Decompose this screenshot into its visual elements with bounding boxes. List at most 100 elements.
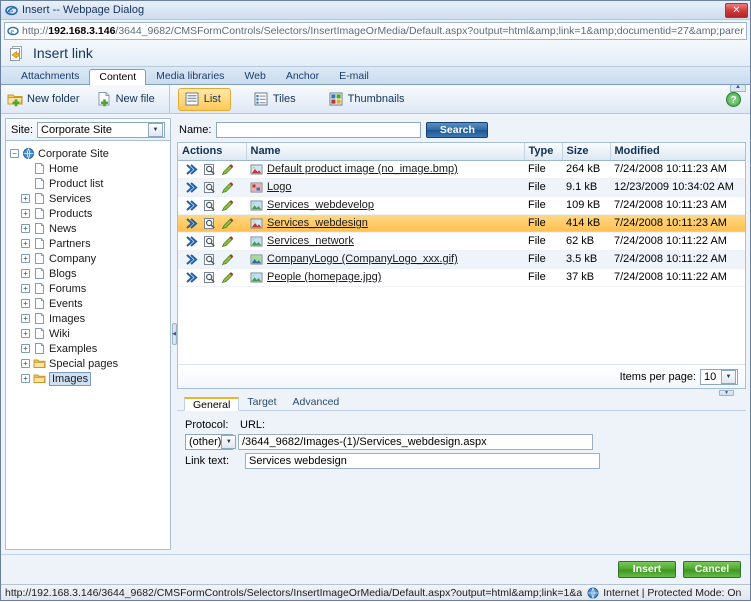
tree-expander[interactable]: + [21, 329, 30, 338]
file-link[interactable]: Logo [267, 181, 291, 193]
table-row[interactable]: Logo File 9.1 kB 12/23/2009 10:34:02 AM [178, 178, 745, 197]
tree-node-forums[interactable]: + Forums [21, 281, 168, 296]
tree-expander[interactable]: + [21, 209, 30, 218]
view-icon[interactable] [203, 181, 216, 194]
edit-icon[interactable] [221, 199, 234, 212]
tree-expander[interactable]: + [21, 239, 30, 248]
select-icon[interactable] [185, 271, 198, 284]
tree-node-news[interactable]: + News [21, 221, 168, 236]
file-link[interactable]: People (homepage.jpg) [267, 271, 381, 283]
view-icon[interactable] [203, 217, 216, 230]
horizontal-splitter-grip[interactable]: ▼ [719, 389, 734, 396]
table-row[interactable]: CompanyLogo (CompanyLogo_xxx.gif) File 3… [178, 250, 745, 269]
tree-expander[interactable]: + [21, 344, 30, 353]
select-icon[interactable] [185, 235, 198, 248]
tree-node-partners[interactable]: + Partners [21, 236, 168, 251]
tab-media-libraries[interactable]: Media libraries [146, 68, 234, 84]
table-row[interactable]: People (homepage.jpg) File 37 kB 7/24/20… [178, 268, 745, 287]
file-link[interactable]: Services_webdesign [267, 217, 368, 229]
site-select[interactable]: Corporate Site ▼ [37, 121, 165, 138]
tree-node-images-folder[interactable]: + Images [21, 371, 168, 386]
tree-expander[interactable]: + [21, 224, 30, 233]
search-input[interactable] [216, 122, 422, 138]
edit-icon[interactable] [221, 253, 234, 266]
select-icon[interactable] [185, 217, 198, 230]
vertical-splitter-grip[interactable]: ◀ [171, 323, 177, 345]
column-header-modified[interactable]: Modified [609, 143, 745, 161]
tab-content[interactable]: Content [89, 69, 147, 85]
file-link[interactable]: Default product image (no_image.bmp) [267, 163, 458, 175]
select-icon[interactable] [185, 253, 198, 266]
tree-node-company[interactable]: + Company [21, 251, 168, 266]
tree-expander[interactable]: + [21, 314, 30, 323]
tree-node-services[interactable]: + Services [21, 191, 168, 206]
tree-node-images-page[interactable]: + Images [21, 311, 168, 326]
toolbar-collapse-button[interactable]: ▲ [730, 84, 746, 92]
view-tiles-button[interactable]: Tiles [247, 88, 306, 111]
chevron-down-icon[interactable]: ▼ [148, 122, 163, 137]
tab-email[interactable]: E-mail [329, 68, 379, 84]
insert-button[interactable]: Insert [618, 561, 676, 578]
view-icon[interactable] [203, 199, 216, 212]
tree-node-wiki[interactable]: + Wiki [21, 326, 168, 341]
tree-expander[interactable]: + [21, 359, 30, 368]
chevron-down-icon[interactable]: ▼ [721, 369, 736, 384]
tab-general[interactable]: General [184, 397, 240, 412]
tree-expander[interactable]: + [21, 299, 30, 308]
tree-expander[interactable]: + [21, 374, 30, 383]
edit-icon[interactable] [221, 217, 234, 230]
view-list-button[interactable]: List [177, 87, 231, 111]
tab-attachments[interactable]: Attachments [11, 68, 89, 84]
view-icon[interactable] [203, 253, 216, 266]
view-icon[interactable] [203, 271, 216, 284]
select-icon[interactable] [185, 199, 198, 212]
column-header-name[interactable]: Name [245, 143, 524, 161]
column-header-size[interactable]: Size [561, 143, 610, 161]
tree-node-home[interactable]: Home [21, 161, 168, 176]
edit-icon[interactable] [221, 163, 234, 176]
link-text-input[interactable] [245, 453, 600, 470]
help-icon[interactable]: ? [725, 91, 742, 108]
tab-target[interactable]: Target [239, 396, 284, 410]
new-folder-button[interactable]: New folder [1, 88, 90, 111]
file-link[interactable]: CompanyLogo (CompanyLogo_xxx.gif) [267, 253, 458, 265]
edit-icon[interactable] [221, 235, 234, 248]
tree-node-examples[interactable]: + Examples [21, 341, 168, 356]
tab-web[interactable]: Web [234, 68, 275, 84]
horizontal-splitter[interactable]: ▼ [177, 389, 746, 396]
items-per-page-select[interactable]: 10 ▼ [700, 368, 738, 385]
table-row[interactable]: Services_webdesign File 414 kB 7/24/2008… [178, 214, 745, 233]
edit-icon[interactable] [221, 181, 234, 194]
select-icon[interactable] [185, 181, 198, 194]
table-row[interactable]: Services_network File 62 kB 7/24/2008 10… [178, 232, 745, 251]
tab-anchor[interactable]: Anchor [276, 68, 329, 84]
tree-expander[interactable]: + [21, 254, 30, 263]
url-input[interactable] [238, 434, 593, 451]
tab-advanced[interactable]: Advanced [285, 396, 348, 410]
tree-node-events[interactable]: + Events [21, 296, 168, 311]
select-icon[interactable] [185, 163, 198, 176]
column-header-actions[interactable]: Actions [178, 143, 246, 161]
table-row[interactable]: Default product image (no_image.bmp) Fil… [178, 160, 745, 179]
tree-expander[interactable]: + [21, 284, 30, 293]
chevron-down-icon[interactable]: ▼ [221, 435, 237, 450]
tree-expander[interactable]: − [10, 149, 19, 158]
column-header-type[interactable]: Type [523, 143, 562, 161]
edit-icon[interactable] [221, 271, 234, 284]
cancel-button[interactable]: Cancel [683, 561, 741, 578]
file-link[interactable]: Services_network [267, 235, 354, 247]
new-file-button[interactable]: New file [90, 88, 165, 111]
table-row[interactable]: Services_webdevelop File 109 kB 7/24/200… [178, 196, 745, 215]
search-button[interactable]: Search [426, 122, 489, 138]
tree-node-blogs[interactable]: + Blogs [21, 266, 168, 281]
tree-node-product-list[interactable]: Product list [21, 176, 168, 191]
view-icon[interactable] [203, 235, 216, 248]
tree-node-special-pages[interactable]: + Special pages [21, 356, 168, 371]
tree-expander[interactable]: + [21, 194, 30, 203]
close-button[interactable]: ✕ [725, 2, 748, 18]
view-thumbnails-button[interactable]: Thumbnails [322, 88, 415, 111]
tree-expander[interactable]: + [21, 269, 30, 278]
tree-node-corporate-site[interactable]: − Corporate Site [10, 146, 168, 161]
protocol-select[interactable]: (other) ▼ [185, 434, 237, 451]
address-bar[interactable]: e http://192.168.3.146/3644_9682/CMSForm… [4, 22, 747, 40]
